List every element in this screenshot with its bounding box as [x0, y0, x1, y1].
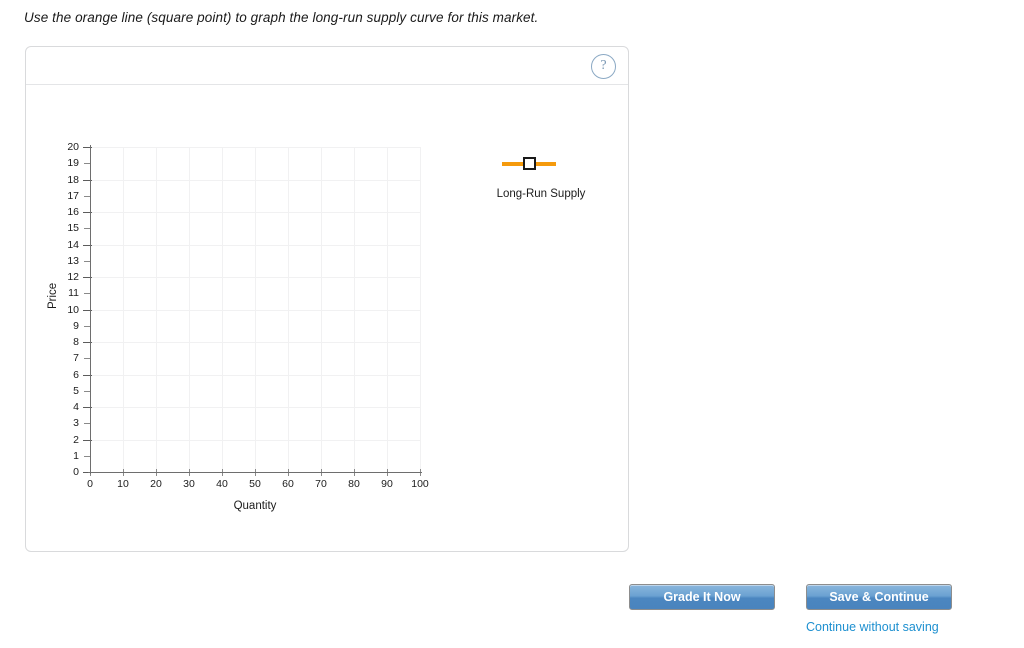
- y-axis-tick-label: 1: [73, 450, 79, 462]
- y-axis-tick-label: 15: [67, 222, 79, 234]
- x-axis-tick-label: 70: [315, 478, 327, 490]
- y-axis-tick-label: 0: [73, 466, 79, 478]
- x-axis-tick-label: 60: [282, 478, 294, 490]
- y-axis-tick-label: 8: [73, 336, 79, 348]
- y-axis-tick-label: 19: [67, 157, 79, 169]
- x-axis-tick-label: 40: [216, 478, 228, 490]
- y-axis-tick-label: 14: [67, 239, 79, 251]
- y-axis-tick-label: 3: [73, 417, 79, 429]
- y-axis-tick-label: 12: [67, 271, 79, 283]
- x-axis-tick-label: 0: [87, 478, 93, 490]
- y-axis-tick-label: 16: [67, 206, 79, 218]
- y-axis-tick-label: 7: [73, 352, 79, 364]
- plot-wrapper: 0 1 2 3 4 5 6 7 8 9 10 11 12 13 14 15 16 17 18 19 20 0 10 20 30 4…: [26, 47, 630, 553]
- x-axis-title: Quantity: [233, 500, 277, 512]
- instruction-text: Use the orange line (square point) to gr…: [24, 10, 539, 25]
- x-axis-tick-label: 30: [183, 478, 195, 490]
- legend-square-marker-icon[interactable]: [523, 157, 536, 170]
- x-axis-tick-label: 90: [381, 478, 393, 490]
- y-axis-tick-label: 2: [73, 434, 79, 446]
- y-axis-tick-label: 9: [73, 320, 79, 332]
- y-axis-tick-label: 20: [67, 141, 79, 153]
- legend-label: Long-Run Supply: [496, 188, 586, 200]
- y-axis-tick-label: 5: [73, 385, 79, 397]
- continue-without-saving-link[interactable]: Continue without saving: [806, 620, 939, 634]
- y-axis-tick-label: 13: [67, 255, 79, 267]
- grade-it-now-button[interactable]: Grade It Now: [629, 584, 775, 610]
- y-axis-title: Price: [47, 282, 59, 309]
- gridline-vertical: [420, 147, 421, 472]
- x-axis-tick-label: 100: [411, 478, 429, 490]
- graph-panel: ? 0 1 2 3 4 5 6 7 8 9 10 11 12 13 14 15 16 17 18 19 20 0 10 20 3…: [25, 46, 629, 552]
- x-axis-tick-label: 20: [150, 478, 162, 490]
- x-axis-tick-label: 50: [249, 478, 261, 490]
- legend-long-run-supply[interactable]: Long-Run Supply: [481, 152, 601, 200]
- save-and-continue-button[interactable]: Save & Continue: [806, 584, 952, 610]
- x-axis-tick-label: 80: [348, 478, 360, 490]
- y-axis-tick-label: 4: [73, 401, 79, 413]
- legend-swatch[interactable]: [481, 152, 601, 174]
- x-axis-tick-label: 10: [117, 478, 129, 490]
- y-axis-tick-label: 18: [67, 174, 79, 186]
- y-axis-tick-label: 6: [73, 369, 79, 381]
- y-axis-tick-label: 17: [67, 190, 79, 202]
- series-layer[interactable]: [90, 147, 420, 472]
- x-axis-line: [88, 472, 422, 473]
